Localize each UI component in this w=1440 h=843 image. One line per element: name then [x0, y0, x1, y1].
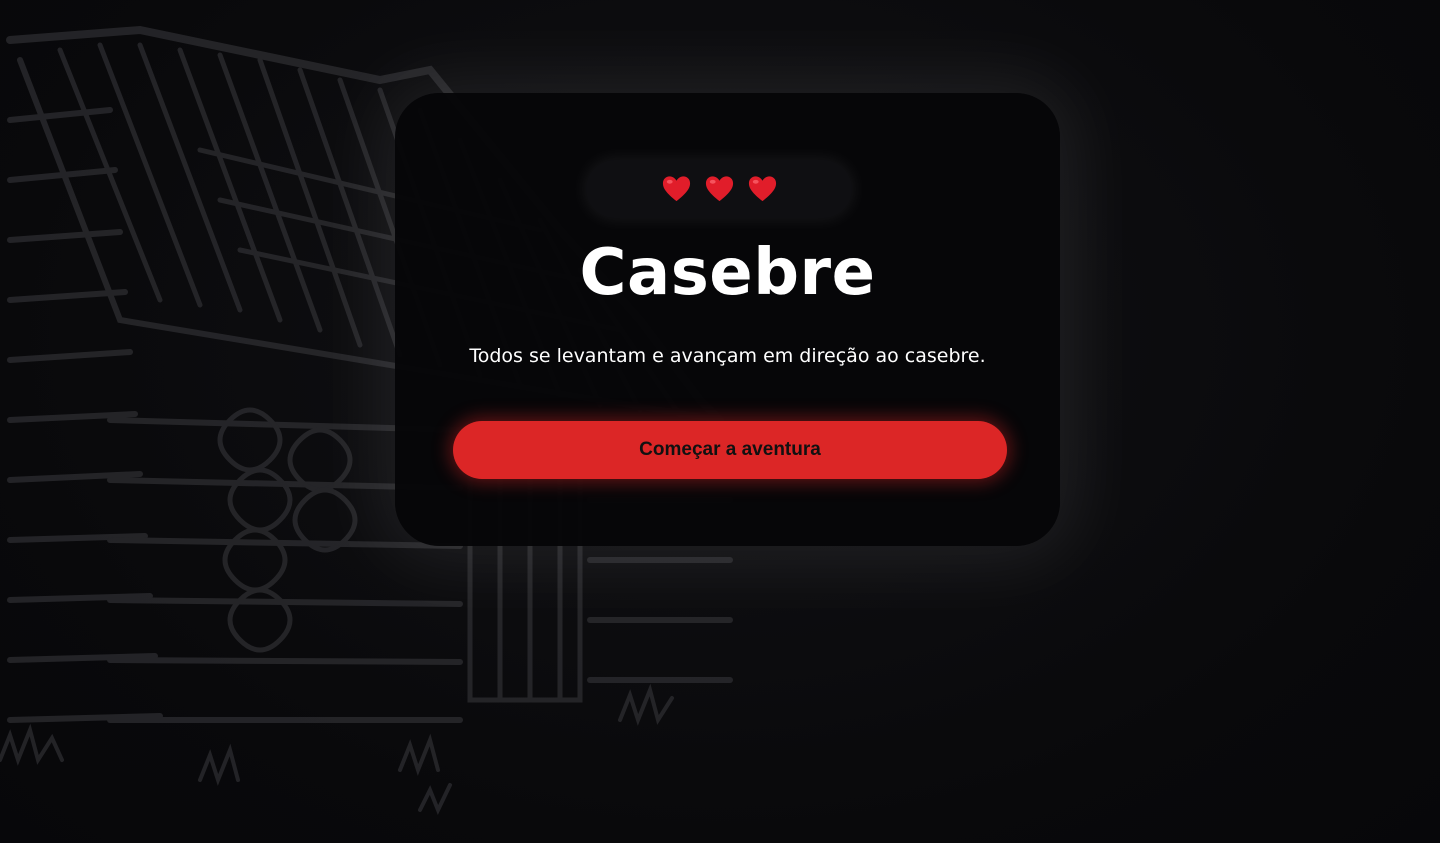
scene-card: Casebre Todos se levantam e avançam em d…: [395, 93, 1060, 546]
start-adventure-button[interactable]: Começar a aventura: [453, 421, 1007, 479]
heart-icon: [748, 175, 776, 201]
scene-title: Casebre: [579, 236, 876, 310]
game-screen: Casebre Todos se levantam e avançam em d…: [0, 0, 1440, 843]
lives-indicator: [586, 160, 852, 218]
heart-icon: [705, 175, 733, 201]
heart-icon: [662, 175, 690, 201]
scene-description: Todos se levantam e avançam em direção a…: [469, 345, 986, 367]
